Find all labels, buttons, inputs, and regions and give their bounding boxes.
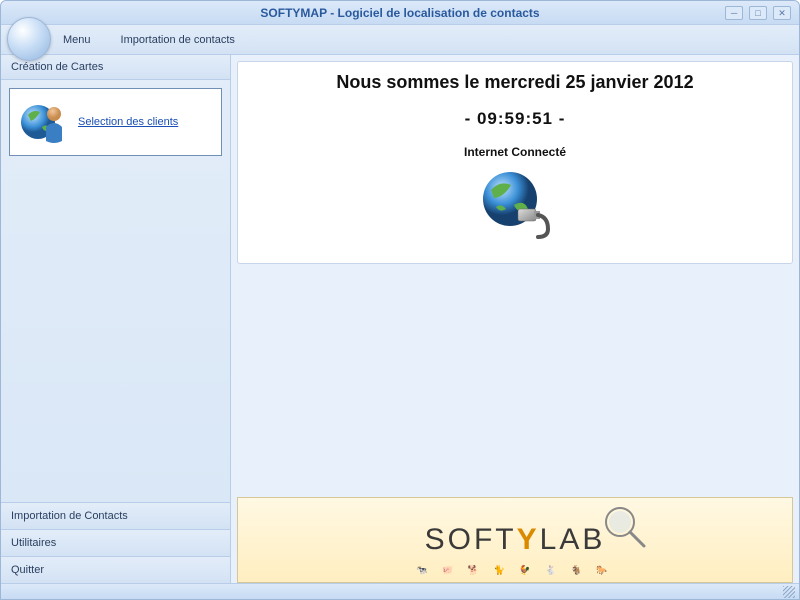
- globe-person-icon: [18, 97, 68, 147]
- internet-status-text: Internet Connecté: [252, 145, 778, 159]
- app-window: SOFTYMAP - Logiciel de localisation de c…: [0, 0, 800, 600]
- magnifier-icon: [600, 502, 650, 552]
- close-button[interactable]: ✕: [773, 6, 791, 20]
- main-filler: [237, 270, 793, 491]
- body-area: Création de Cartes: [1, 55, 799, 583]
- logo-post: LAB: [540, 523, 606, 556]
- main-area: Nous sommes le mercredi 25 janvier 2012 …: [231, 55, 799, 583]
- sidebar: Création de Cartes: [1, 55, 231, 583]
- logo-animals-row: 🐄 🐖 🐕 🐈 🐓 🐇 🐐 🐎: [238, 565, 792, 576]
- selection-clients-card[interactable]: Selection des clients: [9, 88, 222, 156]
- statusbar: [1, 583, 799, 599]
- logo-pre: SOFT: [425, 523, 517, 556]
- info-panel: Nous sommes le mercredi 25 janvier 2012 …: [237, 61, 793, 264]
- sidebar-content: Selection des clients: [1, 80, 230, 502]
- resize-grip[interactable]: [783, 586, 795, 598]
- sidebar-bottom: Importation de Contacts Utilitaires Quit…: [1, 502, 230, 583]
- sidebar-item-import-contacts[interactable]: Importation de Contacts: [1, 502, 230, 529]
- logo-text: SOFTYLAB: [425, 523, 606, 557]
- selection-clients-link[interactable]: Selection des clients: [78, 116, 178, 128]
- logo-panel: SOFTYLAB 🐄 🐖 🐕 🐈 🐓 🐇 🐐 🐎: [237, 497, 793, 583]
- menu-item-menu[interactable]: Menu: [57, 30, 97, 50]
- sidebar-item-utilities[interactable]: Utilitaires: [1, 529, 230, 556]
- menubar: Menu Importation de contacts: [1, 25, 799, 55]
- time-text: - 09:59:51 -: [252, 109, 778, 129]
- minimize-button[interactable]: ─: [725, 6, 743, 20]
- logo-accent: Y: [517, 523, 540, 556]
- app-orb-icon[interactable]: [7, 17, 51, 61]
- menu-item-import-contacts[interactable]: Importation de contacts: [115, 30, 241, 50]
- globe-connected-icon: [476, 165, 554, 243]
- window-title: SOFTYMAP - Logiciel de localisation de c…: [260, 6, 539, 20]
- maximize-button[interactable]: □: [749, 6, 767, 20]
- sidebar-item-quit[interactable]: Quitter: [1, 556, 230, 583]
- titlebar: SOFTYMAP - Logiciel de localisation de c…: [1, 1, 799, 25]
- date-text: Nous sommes le mercredi 25 janvier 2012: [252, 72, 778, 93]
